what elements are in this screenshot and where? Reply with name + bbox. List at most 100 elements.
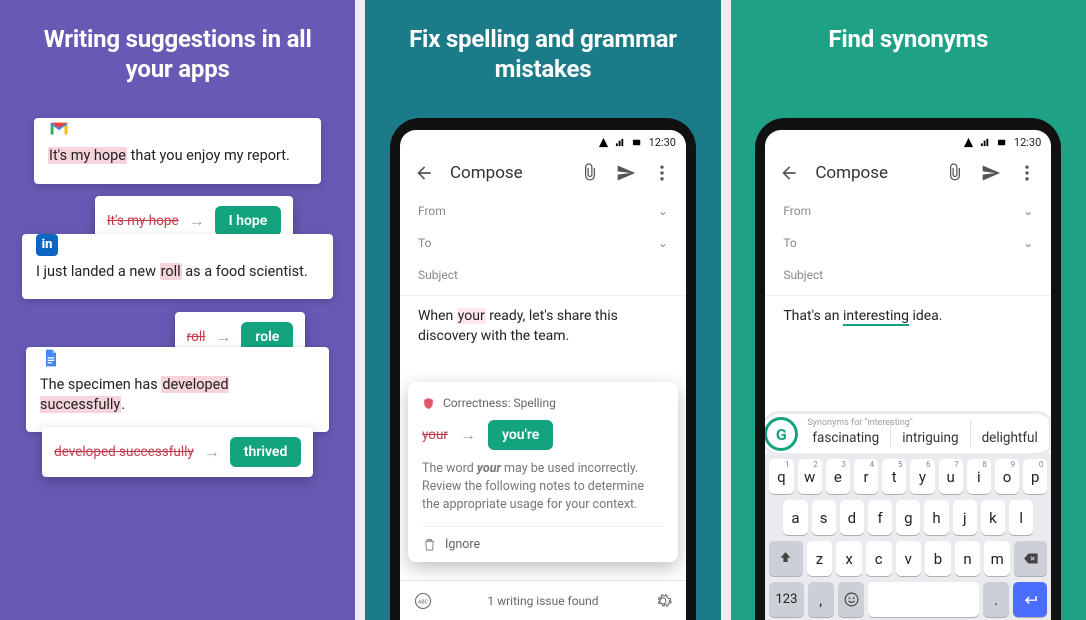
status-bar: 12:30 [400,130,686,151]
to-field[interactable]: To⌄ [765,227,1051,259]
from-field[interactable]: From⌄ [765,195,1051,227]
send-icon[interactable] [616,163,636,183]
card-docs: The specimen has developed successfully.… [26,347,329,432]
key-m[interactable]: m [984,541,1010,576]
key-enter[interactable] [1013,582,1047,617]
from-field[interactable]: From⌄ [400,195,686,227]
key-,[interactable]: , [808,582,834,617]
key-e[interactable]: e3 [826,459,850,494]
ignore-button[interactable]: Ignore [422,526,664,552]
shift-icon [777,550,794,567]
back-icon[interactable] [779,163,799,183]
original-text: It's my hope [107,213,179,229]
synonym-option[interactable]: en [1049,420,1052,447]
subject-field[interactable]: Subject [400,259,686,291]
key-x[interactable]: x [836,541,862,576]
suggestion-pill[interactable]: you're [488,420,553,450]
original-text: developed successfully [54,444,194,460]
panel1-title: Writing suggestions in all your apps [0,0,355,104]
suggestion-popover: developed successfully → thrived [42,427,313,477]
synonym-option[interactable]: delightful [970,420,1049,447]
arrow-icon: → [189,211,205,231]
key-dark wide[interactable] [1014,541,1047,576]
key-l[interactable]: l [1009,500,1033,535]
card-linkedin: in I just landed a new roll as a food sc… [22,234,333,300]
key-b[interactable]: b [925,541,951,576]
key-dark wide[interactable] [769,541,802,576]
key-v[interactable]: v [896,541,922,576]
key-j[interactable]: j [953,500,977,535]
key-dark[interactable] [838,582,864,617]
keyboard: q1w2e3r4t5y6u7i8o9p0 asdfghjkl zxcvbnm 123,… [765,453,1051,620]
status-time: 12:30 [1014,136,1041,149]
correction-row: your → you're [422,420,664,450]
key-a[interactable]: a [783,500,807,535]
attach-icon[interactable] [580,163,600,183]
suggestion-pill[interactable]: thrived [230,437,302,467]
svg-text:ABC: ABC [418,599,429,605]
send-icon[interactable] [981,163,1001,183]
card-text: The specimen has developed successfully. [26,375,329,432]
more-icon[interactable] [1017,163,1037,183]
key-o[interactable]: o9 [995,459,1019,494]
key-y[interactable]: y6 [910,459,934,494]
key-z[interactable]: z [807,541,833,576]
arrow-icon: → [204,442,220,462]
subject-field[interactable]: Subject [765,259,1051,291]
back-icon[interactable] [414,163,434,183]
key-p[interactable]: p0 [1023,459,1047,494]
grammarly-icon[interactable]: G [765,417,798,451]
email-body[interactable]: That's an interesting idea. [765,295,1051,334]
key-g[interactable]: g [896,500,920,535]
screen-title: Compose [815,163,929,183]
key-u[interactable]: u7 [939,459,963,494]
email-body[interactable]: When your ready, let's share this discov… [400,295,686,355]
gear-icon[interactable] [654,592,672,610]
key-space[interactable] [868,582,979,617]
synonym-title: Synonyms for "interesting" [807,418,912,428]
correction-card: Correctness: Spelling your → you're The … [408,382,678,562]
key-r[interactable]: r4 [854,459,878,494]
emoji-icon [843,591,860,608]
key-c[interactable]: c [866,541,892,576]
correction-header: Correctness: Spelling [422,396,664,410]
key-d[interactable]: d [840,500,864,535]
key-n[interactable]: n [955,541,981,576]
original-text: your [422,427,448,443]
trash-icon [422,537,437,552]
key-q[interactable]: q1 [769,459,793,494]
key-i[interactable]: i8 [967,459,991,494]
card-gmail: It's my hope that you enjoy my report. I… [34,118,321,184]
arrow-icon: → [215,327,231,347]
key-s[interactable]: s [812,500,836,535]
keyboard-footer: ABC 1 writing issue found [400,580,686,620]
abc-icon[interactable]: ABC [414,592,432,610]
phone-screen: 12:30 Compose From⌄ To⌄ Subject That's a… [765,130,1051,620]
phone-frame: 12:30 Compose From⌄ To⌄ Subject That's a… [755,118,1061,620]
key-f[interactable]: f [868,500,892,535]
panel-writing-suggestions: Writing suggestions in all your apps It'… [0,0,355,620]
suggestion-pill[interactable]: I hope [215,206,282,236]
correction-desc: The word your may be used incorrectly. R… [422,460,664,514]
screen-title: Compose [450,163,564,183]
key-h[interactable]: h [924,500,948,535]
key-w[interactable]: w2 [798,459,822,494]
to-field[interactable]: To⌄ [400,227,686,259]
enter-icon [1022,591,1039,608]
key-.[interactable]: . [983,582,1009,617]
shield-icon [422,397,435,410]
panel2-title: Fix spelling and grammar mistakes [365,0,720,104]
key-t[interactable]: t5 [882,459,906,494]
phone-screen: 12:30 Compose From⌄ To⌄ Subject When you… [400,130,686,620]
docs-icon [40,347,62,369]
attach-icon[interactable] [945,163,965,183]
more-icon[interactable] [652,163,672,183]
app-bar: Compose [765,151,1051,195]
key-123[interactable]: 123 [769,582,803,617]
key-k[interactable]: k [981,500,1005,535]
backspace-icon [1022,550,1039,567]
panel-synonyms: Find synonyms 12:30 Compose From⌄ To⌄ Su… [731,0,1086,620]
card-text: I just landed a new roll as a food scien… [22,262,333,300]
phone-frame: 12:30 Compose From⌄ To⌄ Subject When you… [390,118,696,620]
arrow-icon: → [460,425,476,445]
